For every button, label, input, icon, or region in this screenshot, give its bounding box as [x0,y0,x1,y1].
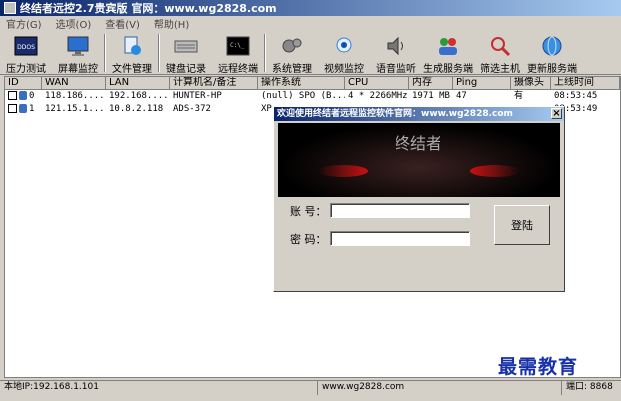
speaker-icon [384,35,408,57]
col-ping[interactable]: Ping [453,77,511,89]
site-status: www.wg2828.com [318,381,562,395]
lan-cell: 192.168.... [109,91,169,101]
toolbar: DDOS 压力测试 屏幕监控 文件管理 键盘记录 C:\_ 远程终端 系统管理 [0,31,621,75]
monitor-icon [66,35,90,57]
dialog-banner: 终结者 [278,123,560,197]
window-titlebar[interactable]: 终结者远控2.7贵宾版 官网：www.wg2828.com [0,0,621,16]
col-camera[interactable]: 摄像头 [511,77,551,89]
menubar: 官方(G) 选项(O) 查看(V) 帮助(H) [0,16,621,31]
host-icon [19,91,27,100]
lan-cell: 10.8.2.118 [109,104,164,114]
camera-cell: 有 [514,91,524,101]
system-manager-button[interactable]: 系统管理 [266,31,318,75]
port-status: 端口: 8868 [566,382,613,392]
wan-cell: 121.15.1... [45,104,105,114]
col-id[interactable]: ID [5,77,42,89]
left-eye-glow [318,165,368,177]
login-dialog: 欢迎使用终结者远程监控软件官网：www.wg2828.com × 终结者 账 号… [273,106,565,292]
gears-icon [280,35,304,57]
globe-icon [540,35,564,57]
computer-name-cell: ADS-372 [173,104,211,114]
table-row[interactable]: 0 118.186.... 192.168.... HUNTER-HP (nul… [5,90,620,103]
file-manager-button[interactable]: 文件管理 [106,31,158,75]
online-time-cell: 08:53:45 [554,91,598,101]
video-monitor-button[interactable]: 视频监控 [318,31,370,75]
row-id-cell: 1 [5,103,42,116]
svg-text:C:\_: C:\_ [230,42,245,49]
login-button[interactable]: 登陆 [494,205,550,245]
os-cell: (null) SPO (B... [261,91,345,101]
col-lan[interactable]: LAN [106,77,170,89]
col-computer-name[interactable]: 计算机名/备注 [170,77,258,89]
dialog-titlebar[interactable]: 欢迎使用终结者远程监控软件官网：www.wg2828.com × [274,107,564,121]
password-label: 密 码： [290,233,327,246]
keyboard-icon [174,35,198,57]
stress-test-button[interactable]: DDOS 压力测试 [0,31,52,75]
filter-host-button[interactable]: 筛选主机 [474,31,526,75]
menu-view[interactable]: 查看(V) [105,16,140,31]
watermark: 最需教育 [498,356,579,378]
camera-icon [332,35,356,57]
col-memory[interactable]: 内存 [409,77,453,89]
terminator-logo: 终结者 [396,134,440,153]
row-id-cell: 0 [5,90,42,103]
remote-terminal-button[interactable]: C:\_ 远程终端 [212,31,264,75]
statusbar: 本地IP:192.168.1.101 www.wg2828.com 端口: 88… [0,380,621,395]
voice-monitor-button[interactable]: 语音监听 [370,31,422,75]
password-input[interactable] [330,231,470,246]
wan-cell: 118.186.... [45,91,105,101]
svg-text:终结者: 终结者 [396,134,440,153]
computer-name-cell: HUNTER-HP [173,91,222,101]
window-title: 终结者远控2.7贵宾版 官网：www.wg2828.com [20,2,277,15]
right-eye-glow [470,165,520,177]
col-cpu[interactable]: CPU [345,77,409,89]
dialog-title: 欢迎使用终结者远程监控软件官网：www.wg2828.com [277,109,513,119]
terminal-icon: C:\_ [226,35,250,57]
filter-icon [488,35,512,57]
menu-official[interactable]: 官方(G) [6,16,42,31]
screen-monitor-button[interactable]: 屏幕监控 [52,31,104,75]
update-server-button[interactable]: 更新服务端 [526,31,578,75]
people-icon [436,35,460,57]
ping-cell: 47 [456,91,467,101]
app-icon [4,2,16,14]
account-input[interactable] [330,203,470,218]
row-checkbox[interactable] [8,104,17,113]
file-icon [120,35,144,57]
col-os[interactable]: 操作系统 [258,77,345,89]
host-icon [19,104,27,113]
table-header: ID WAN LAN 计算机名/备注 操作系统 CPU 内存 Ping 摄像头 … [5,77,620,90]
menu-help[interactable]: 帮助(H) [154,16,189,31]
ddos-icon: DDOS [14,35,38,57]
cpu-cell: 4 * 2266MHz [348,91,408,101]
col-online-time[interactable]: 上线时间 [551,77,620,89]
col-wan[interactable]: WAN [42,77,106,89]
menu-options[interactable]: 选项(O) [56,16,92,31]
keylogger-button[interactable]: 键盘记录 [160,31,212,75]
account-label: 账 号： [290,205,327,218]
memory-cell: 1971 MB [412,91,450,101]
svg-text:DDOS: DDOS [17,44,35,51]
close-icon[interactable]: × [551,108,562,119]
row-checkbox[interactable] [8,91,17,100]
local-ip-status: 本地IP:192.168.1.101 [0,381,318,395]
generate-server-button[interactable]: 生成服务端 [422,31,474,75]
